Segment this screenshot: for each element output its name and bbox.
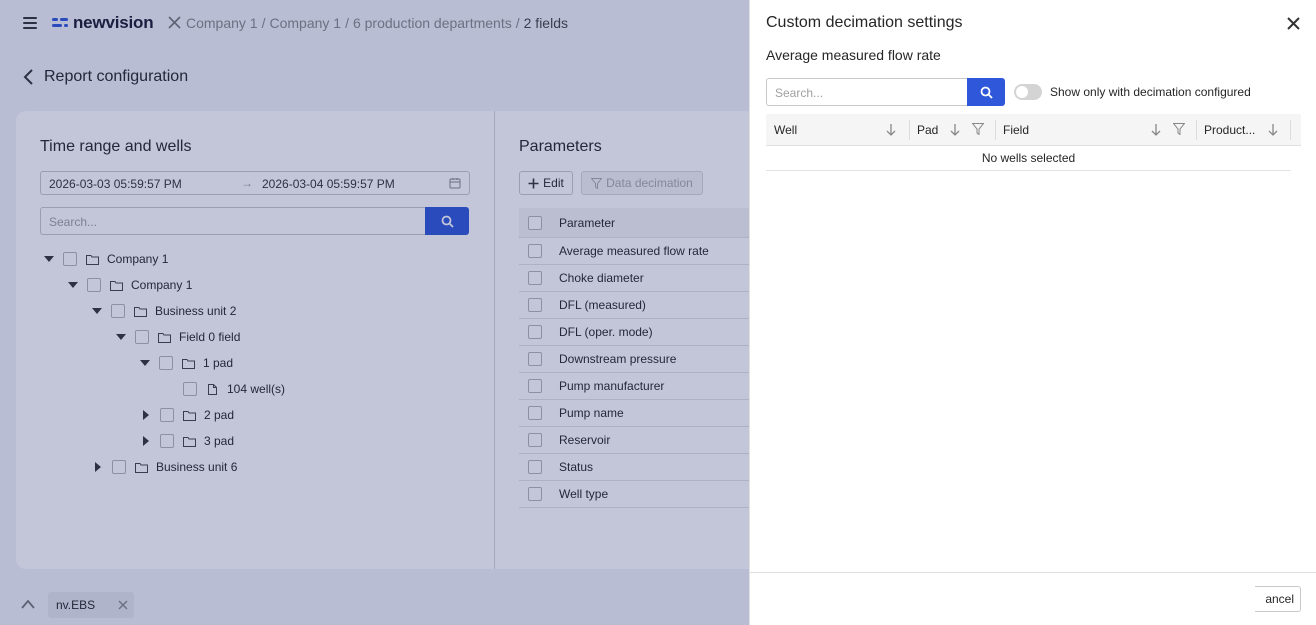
drawer-footer: ancel: [750, 572, 1316, 625]
drawer-search-input[interactable]: Search...: [766, 78, 968, 106]
sort-arrow-icon[interactable]: [1150, 123, 1162, 137]
toggle-label: Show only with decimation configured: [1050, 85, 1251, 99]
filter-icon[interactable]: [972, 123, 984, 135]
wells-table: Well Pad Field Product... No wells selec…: [766, 114, 1301, 171]
empty-state: No wells selected: [766, 146, 1291, 171]
drawer-subtitle: Average measured flow rate: [766, 47, 941, 63]
decimation-filter-toggle[interactable]: [1014, 84, 1042, 100]
column-header-product[interactable]: Product...: [1196, 114, 1266, 146]
drawer-search-button[interactable]: [967, 78, 1005, 106]
close-icon[interactable]: [1287, 17, 1300, 30]
sort-arrow-icon[interactable]: [885, 123, 897, 137]
filter-icon[interactable]: [1173, 123, 1185, 135]
sort-arrow-icon[interactable]: [949, 123, 961, 137]
table-header: Well Pad Field Product...: [766, 114, 1301, 146]
sort-arrow-icon[interactable]: [1267, 123, 1279, 137]
decimation-drawer: Custom decimation settings Average measu…: [749, 0, 1316, 625]
column-header-field[interactable]: Field: [995, 114, 1196, 146]
cancel-button[interactable]: ancel: [1255, 586, 1301, 612]
drawer-title: Custom decimation settings: [766, 14, 963, 31]
search-icon: [980, 86, 993, 99]
